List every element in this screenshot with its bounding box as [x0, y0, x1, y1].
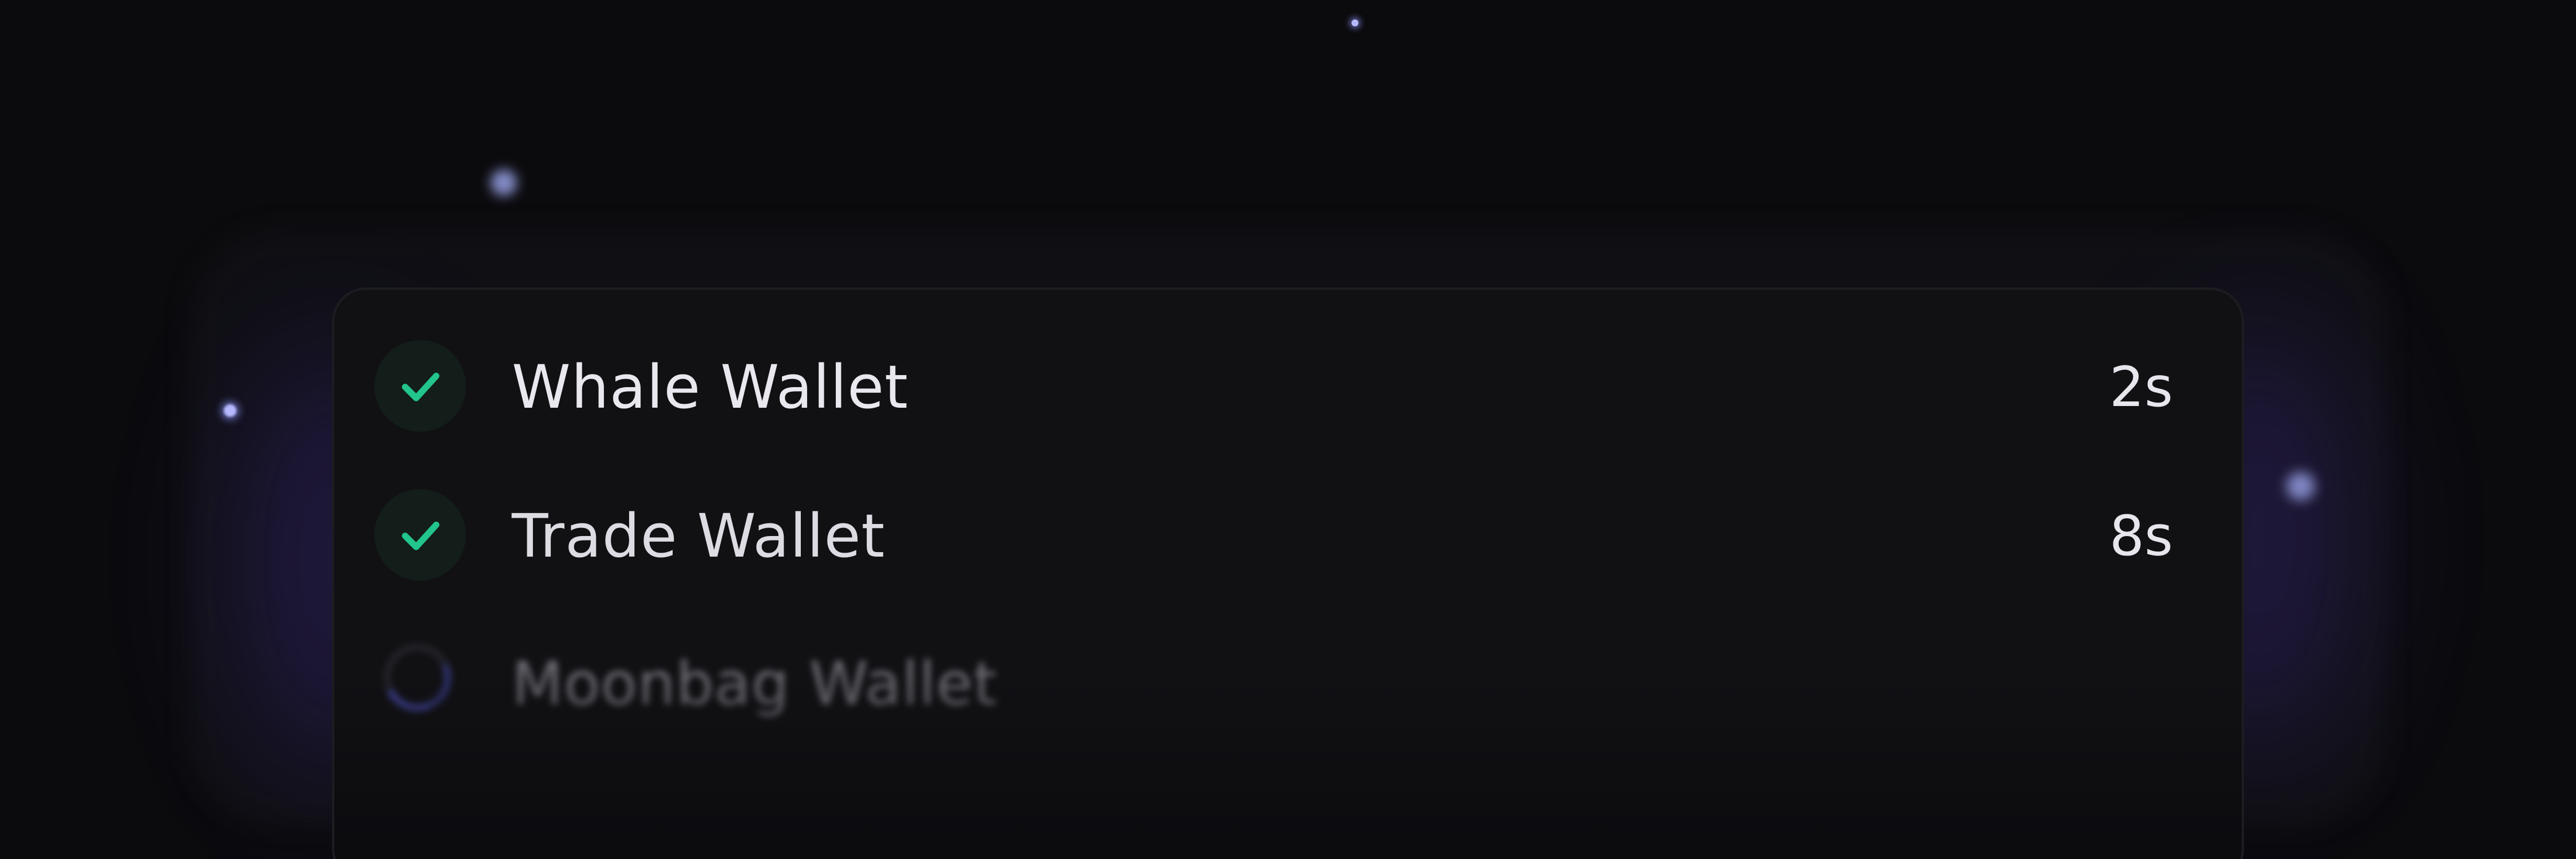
wallet-elapsed-time: 8s	[2109, 504, 2173, 568]
wallet-name: Moonbag Wallet	[512, 649, 998, 719]
sparkle-star	[1352, 19, 1358, 26]
wallet-row: Moonbag Wallet	[334, 628, 2242, 742]
sparkle-star	[2286, 472, 2315, 501]
sparkle-star	[224, 404, 236, 417]
wallet-elapsed-time: 2s	[2109, 355, 2173, 419]
wallet-name: Trade Wallet	[512, 501, 886, 571]
stage: Whale Wallet 2s Trade Wallet 8s Moonbag …	[0, 0, 2576, 859]
wallet-progress-card: Whale Wallet 2s Trade Wallet 8s Moonbag …	[332, 287, 2244, 859]
wallet-row: Trade Wallet 8s	[334, 480, 2242, 594]
wallet-name: Whale Wallet	[512, 352, 908, 422]
check-icon	[374, 340, 466, 432]
spinner-icon	[374, 634, 461, 721]
wallet-row: Whale Wallet 2s	[334, 331, 2242, 446]
check-icon	[374, 489, 466, 581]
sparkle-star	[491, 170, 517, 196]
